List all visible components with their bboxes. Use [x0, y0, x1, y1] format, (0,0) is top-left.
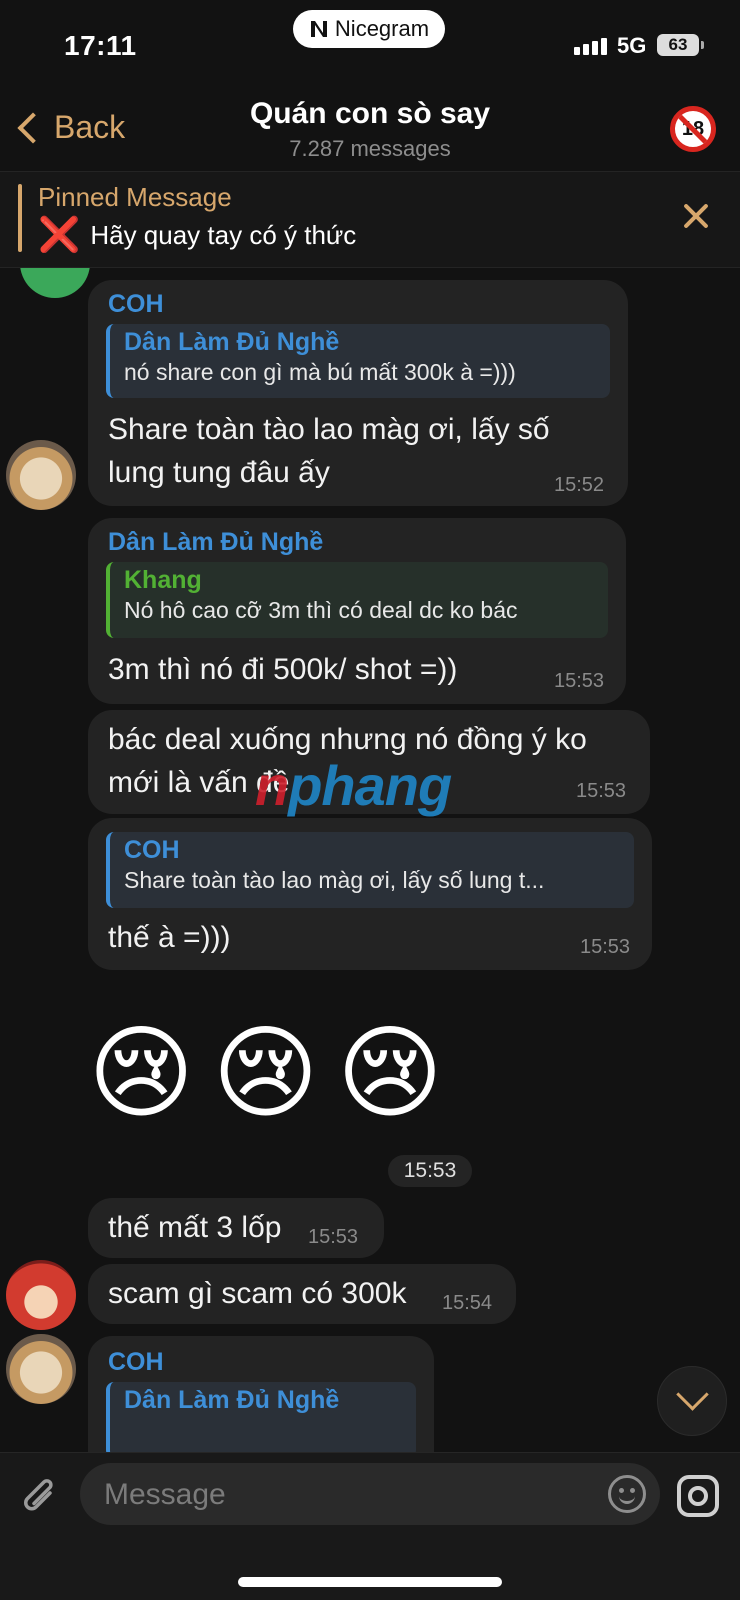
watermark-blue: phang [288, 754, 452, 817]
battery-icon: 63 [657, 34, 699, 56]
message-time: 15:53 [580, 936, 631, 958]
crying-face-emoji: 😢 [336, 1016, 444, 1130]
message-time: 15:53 [576, 780, 627, 802]
reply-text: nó share con gì mà bú mất 300k à =))) [124, 359, 516, 385]
message-line: Share toàn tào lao màg ơi, lấy số [108, 413, 550, 446]
chat-title[interactable]: Quán con sò say [0, 97, 740, 131]
network-type: 5G [617, 33, 647, 58]
reply-text: Nó hô cao cỡ 3m thì có deal dc ko bác [124, 597, 518, 623]
message-count: 7.287 messages [289, 136, 451, 161]
time-chip: 15:53 [388, 1155, 472, 1187]
message-time: 15:54 [442, 1292, 493, 1314]
chat-history[interactable]: COH Dân Làm Đủ Nghề nó share con gì mà b… [0, 268, 740, 1452]
watermark-logo: nphang [255, 753, 452, 818]
instagram-icon[interactable] [677, 1475, 719, 1517]
crying-face-emoji: 😢 [88, 1016, 195, 1130]
emoji-icon[interactable] [608, 1475, 646, 1513]
message-input[interactable]: Message [80, 1463, 660, 1525]
reply-quote[interactable]: Khang Nó hô cao cỡ 3m thì có deal dc ko … [106, 562, 608, 638]
message-text: 3m thì nó đi 500k/ shot =)) [108, 653, 458, 686]
reply-quote[interactable]: COH Share toàn tào lao màg ơi, lấy số lu… [106, 832, 634, 908]
pinned-label: Pinned Message [38, 182, 232, 212]
nav-bar: Back Quán con sò say 7.287 messages 18 [0, 95, 740, 172]
sender-name[interactable]: Dân Làm Đủ Nghề [108, 528, 323, 557]
no-18-icon[interactable]: 18 [670, 106, 716, 152]
avatar[interactable] [6, 1334, 76, 1404]
sender-name[interactable]: COH [108, 290, 164, 319]
message-text: thế mất 3 lốp [108, 1211, 282, 1244]
message-time: 15:53 [308, 1226, 359, 1248]
message-bubble[interactable]: COH Dân Làm Đủ Nghề nó share con gì mà b… [88, 280, 628, 506]
message-text: scam gì scam có 300k [108, 1277, 407, 1310]
reply-name: Dân Làm Đủ Nghề [124, 328, 340, 356]
pinned-message-text: Hãy quay tay có ý thức [90, 219, 357, 250]
message-bubble[interactable]: COH Dân Làm Đủ Nghề [88, 1336, 434, 1452]
chevron-down-icon[interactable] [657, 1366, 727, 1436]
message-bubble[interactable]: scam gì scam có 300k 15:54 [88, 1264, 516, 1324]
message-text: Share toàn tào lao màg ơi, lấy số lung t… [108, 408, 550, 494]
pinned-accent-bar [18, 184, 22, 252]
signal-icon [574, 38, 607, 55]
message-bubble[interactable]: COH Share toàn tào lao màg ơi, lấy số lu… [88, 818, 652, 970]
avatar[interactable] [6, 1260, 76, 1330]
battery-tip [701, 41, 704, 49]
red-x-icon: ❌ [38, 216, 81, 254]
reply-name: Dân Làm Đủ Nghề [124, 1386, 340, 1414]
message-bubble[interactable]: Dân Làm Đủ Nghề Khang Nó hô cao cỡ 3m th… [88, 518, 626, 704]
status-bar: 17:11 Nicegram 5G 63 [0, 0, 740, 95]
message-line: lung tung đâu ấy [108, 456, 330, 489]
nicegram-logo-icon [309, 19, 329, 39]
app-pill: Nicegram [293, 10, 445, 48]
reply-text: Share toàn tào lao màg ơi, lấy số lung t… [124, 867, 545, 893]
message-composer: Message [0, 1452, 740, 1600]
pinned-message-bar[interactable]: Pinned Message ❌ Hãy quay tay có ý thức [0, 172, 740, 268]
paperclip-icon[interactable] [22, 1475, 58, 1519]
pinned-text: ❌ Hãy quay tay có ý thức [38, 218, 356, 252]
reply-quote[interactable]: Dân Làm Đủ Nghề nó share con gì mà bú mấ… [106, 324, 610, 398]
reply-name: Khang [124, 566, 202, 594]
message-text: thế à =))) [108, 921, 231, 954]
avatar[interactable] [6, 440, 76, 510]
watermark-red: n [255, 754, 289, 817]
status-time: 17:11 [64, 30, 137, 61]
avatar[interactable] [20, 268, 90, 298]
crying-face-emoji: 😢 [212, 1016, 319, 1130]
message-placeholder: Message [104, 1478, 226, 1511]
message-bubble[interactable]: thế mất 3 lốp 15:53 [88, 1198, 384, 1258]
app-pill-label: Nicegram [334, 16, 430, 41]
reply-name: COH [124, 836, 180, 864]
emoji-message[interactable]: 😢 😢 😢 [88, 1013, 443, 1133]
close-icon[interactable] [680, 200, 712, 232]
reply-quote[interactable]: Dân Làm Đủ Nghề [106, 1382, 416, 1452]
message-time: 15:53 [554, 670, 605, 692]
message-time: 15:52 [554, 474, 605, 496]
home-indicator [238, 1577, 502, 1587]
sender-name[interactable]: COH [108, 1348, 164, 1377]
age-badge-text: 18 [681, 117, 705, 140]
